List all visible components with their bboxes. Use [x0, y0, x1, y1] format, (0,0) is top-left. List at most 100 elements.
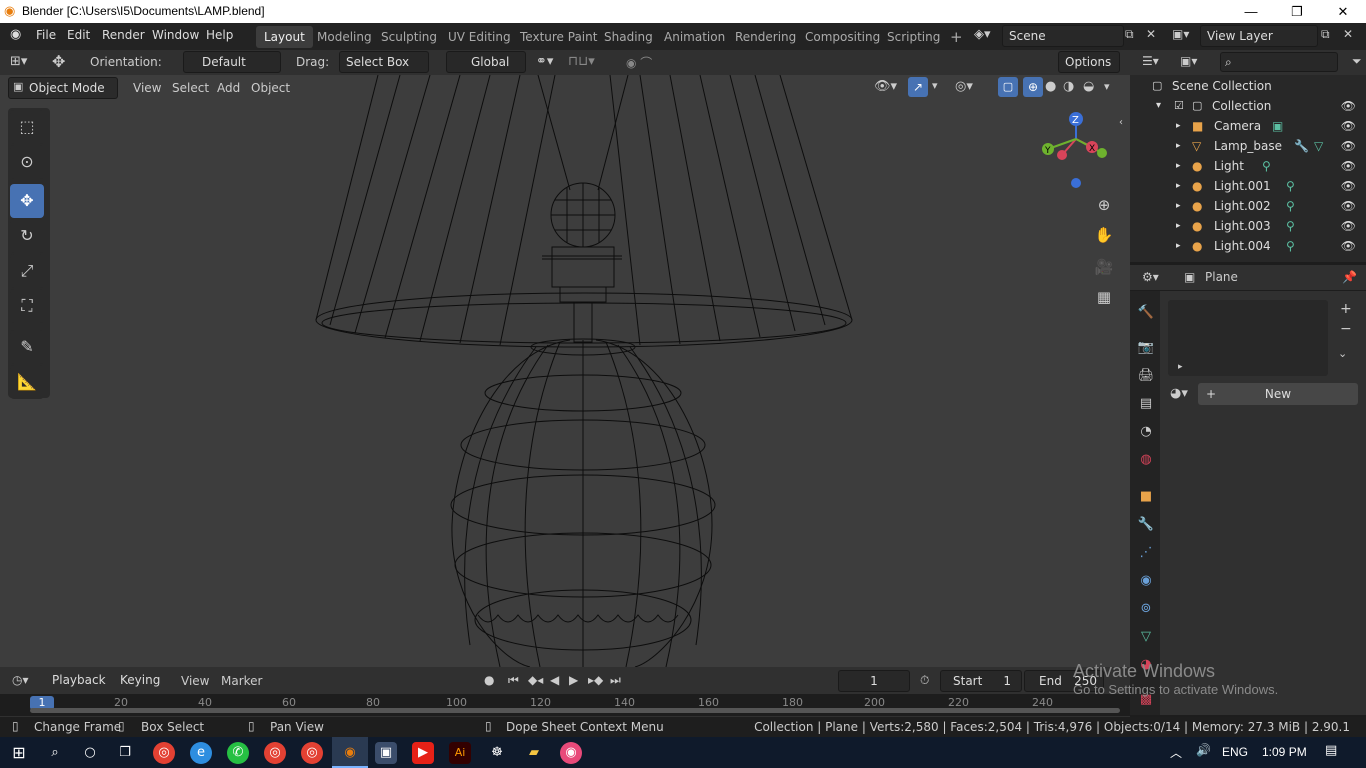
- slot-specials-icon[interactable]: ⌄: [1338, 347, 1347, 360]
- next-keyframe-icon[interactable]: ▸◆: [588, 673, 603, 687]
- scene-tab-icon[interactable]: ◔: [1136, 422, 1156, 442]
- tab-layout[interactable]: Layout: [256, 26, 313, 48]
- illustrator-icon[interactable]: Ai: [449, 742, 471, 764]
- solid-shading-icon[interactable]: ●: [1045, 79, 1056, 94]
- notification-icon[interactable]: ▤: [1325, 743, 1337, 758]
- object-tab-icon[interactable]: ■: [1136, 487, 1156, 507]
- material-browse-icon[interactable]: ◕▾: [1170, 386, 1188, 401]
- tab-scripting[interactable]: Scripting: [879, 26, 948, 48]
- ortho-grid-icon[interactable]: ▦: [1091, 284, 1117, 310]
- menu-file[interactable]: File: [36, 28, 56, 42]
- list-item[interactable]: ▸ ● Light.003 ⚲ 👁: [1130, 216, 1366, 236]
- tab-animation[interactable]: Animation: [656, 26, 733, 48]
- expand-icon[interactable]: ▸: [1176, 216, 1181, 236]
- eye-icon[interactable]: 👁: [1341, 236, 1356, 256]
- move-tool-icon[interactable]: ✥: [52, 52, 65, 71]
- cortana-icon[interactable]: ○: [79, 742, 101, 764]
- file-explorer-icon[interactable]: ▰: [523, 742, 545, 764]
- photos-icon[interactable]: ▣: [375, 742, 397, 764]
- transform-orientation-dropdown[interactable]: Global: [446, 51, 526, 73]
- scene-field[interactable]: Scene: [1002, 25, 1124, 47]
- eye-icon[interactable]: 👁: [1341, 216, 1356, 236]
- eye-icon[interactable]: 👁: [1341, 96, 1356, 116]
- drag-dropdown[interactable]: Select Box: [339, 51, 429, 73]
- expand-icon[interactable]: ▸: [1178, 362, 1183, 372]
- pin-icon[interactable]: 📌: [1342, 270, 1357, 284]
- editor-type-icon[interactable]: ⊞▾: [10, 54, 27, 69]
- chrome-profile-icon[interactable]: ◎: [264, 742, 286, 764]
- options-dropdown[interactable]: Options: [1058, 51, 1120, 73]
- camera-view-icon[interactable]: 🎥: [1091, 254, 1117, 280]
- app-circle-icon[interactable]: ◉: [560, 742, 582, 764]
- measure-tool-icon[interactable]: 📐: [10, 365, 44, 399]
- viewport-menu-select[interactable]: Select: [172, 81, 209, 95]
- record-icon[interactable]: ●: [484, 673, 494, 687]
- list-item[interactable]: ▸ ● Light.004 ⚲ 👁: [1130, 236, 1366, 256]
- view-layer-tab-icon[interactable]: ▤: [1136, 394, 1156, 414]
- scene-icon[interactable]: ◈▾: [974, 27, 991, 42]
- list-item[interactable]: ▸ ● Light ⚲ 👁: [1130, 156, 1366, 176]
- constraints-tab-icon[interactable]: ⊚: [1136, 599, 1156, 619]
- expand-icon[interactable]: ▸: [1176, 236, 1181, 256]
- new-material-button[interactable]: + New: [1198, 383, 1358, 405]
- pan-hand-icon[interactable]: ✋: [1091, 222, 1117, 248]
- gizmo-toggle-icon[interactable]: ↗: [908, 77, 928, 97]
- render-tab-icon[interactable]: 📷: [1136, 338, 1156, 358]
- youtube-icon[interactable]: ▶: [412, 742, 434, 764]
- expand-icon[interactable]: ▸: [1176, 196, 1181, 216]
- annotate-tool-icon[interactable]: ✎: [10, 330, 44, 364]
- cursor-tool-icon[interactable]: ⊙: [10, 145, 44, 179]
- jump-end-icon[interactable]: ⏭: [610, 673, 621, 688]
- language-indicator[interactable]: ENG: [1222, 745, 1248, 759]
- play-reverse-icon[interactable]: ◀: [550, 673, 559, 687]
- tab-texture-paint[interactable]: Texture Paint: [512, 26, 605, 48]
- blender-menu-icon[interactable]: ◉: [10, 27, 21, 42]
- timeline-editor-icon[interactable]: ◷▾: [12, 673, 29, 687]
- start-frame-field[interactable]: Start 1: [940, 670, 1022, 692]
- maximize-button[interactable]: ❐: [1274, 1, 1320, 23]
- tray-chevron-icon[interactable]: ︿: [1170, 744, 1182, 761]
- proportional-edit-icon[interactable]: ◉ ⌒: [626, 54, 652, 71]
- expand-icon[interactable]: ▸: [1176, 156, 1181, 176]
- eye-icon[interactable]: 👁: [1341, 176, 1356, 196]
- timeline-scrollbar[interactable]: [30, 708, 1120, 713]
- outliner-editor-icon[interactable]: ☰▾: [1142, 54, 1159, 68]
- app-icon[interactable]: ☸: [486, 742, 508, 764]
- overlay-icon[interactable]: ◎▾: [955, 79, 973, 94]
- playback-menu[interactable]: Playback: [46, 670, 112, 692]
- viewport-menu-object[interactable]: Object: [251, 81, 290, 95]
- select-box-tool-icon[interactable]: ⬚: [10, 110, 44, 144]
- task-view-icon[interactable]: ❐: [114, 742, 136, 764]
- material-shading-icon[interactable]: ◑: [1063, 79, 1074, 94]
- shading-dropdown-icon[interactable]: ▾: [1104, 80, 1110, 93]
- pivot-point-icon[interactable]: ⚭▾: [536, 54, 553, 69]
- xray-toggle-icon[interactable]: ▢: [998, 77, 1018, 97]
- eye-icon[interactable]: 👁: [1341, 156, 1356, 176]
- list-item[interactable]: ▸ ■ Camera ▣ 👁: [1130, 116, 1366, 136]
- menu-edit[interactable]: Edit: [67, 28, 90, 42]
- list-item[interactable]: ▾ ☑ ▢ Collection 👁: [1130, 96, 1366, 116]
- timeline-view-menu[interactable]: View: [181, 674, 209, 688]
- list-item[interactable]: ▸ ● Light.002 ⚲ 👁: [1130, 196, 1366, 216]
- keying-menu[interactable]: Keying: [114, 670, 172, 692]
- 3d-viewport[interactable]: Object Mode ▣ View Select Add Object 👁▾ …: [0, 75, 1130, 667]
- rendered-shading-icon[interactable]: ◒: [1083, 79, 1094, 94]
- expand-icon[interactable]: ▸: [1176, 116, 1181, 136]
- add-workspace-icon[interactable]: +: [942, 26, 971, 48]
- viewport-menu-add[interactable]: Add: [217, 81, 240, 95]
- tab-sculpting[interactable]: Sculpting: [373, 26, 445, 48]
- expand-icon[interactable]: ▾: [1156, 96, 1161, 116]
- eye-icon[interactable]: 👁: [1341, 116, 1356, 136]
- view-layer-field[interactable]: View Layer: [1200, 25, 1318, 47]
- properties-editor-icon[interactable]: ⚙▾: [1142, 270, 1159, 284]
- particles-tab-icon[interactable]: ⋰: [1136, 543, 1156, 563]
- scene-close-icon[interactable]: ✕: [1146, 27, 1156, 41]
- expand-icon[interactable]: ▸: [1176, 136, 1181, 156]
- clock[interactable]: 1:09 PM: [1262, 745, 1307, 759]
- rotate-tool-icon[interactable]: ↻: [10, 219, 44, 253]
- visibility-icon[interactable]: 👁▾: [874, 79, 897, 94]
- display-mode-icon[interactable]: ▣▾: [1180, 54, 1197, 68]
- view-layer-icon[interactable]: ▣▾: [1172, 27, 1189, 41]
- remove-slot-icon[interactable]: −: [1340, 321, 1352, 337]
- add-slot-icon[interactable]: +: [1340, 301, 1352, 317]
